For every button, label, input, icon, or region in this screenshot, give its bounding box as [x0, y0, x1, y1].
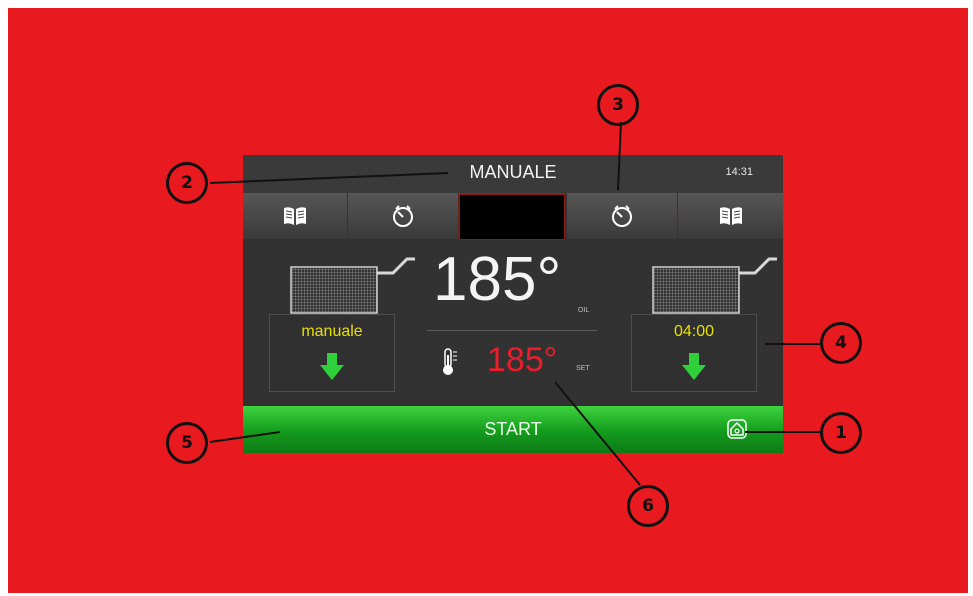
callout-2: 2 [166, 162, 208, 204]
callout-4: 4 [820, 322, 862, 364]
callout-6: 6 [627, 485, 669, 527]
callout-1: 1 [820, 412, 862, 454]
callout-leaders [209, 121, 820, 486]
callout-5: 5 [166, 422, 208, 464]
callout-3: 3 [597, 84, 639, 126]
